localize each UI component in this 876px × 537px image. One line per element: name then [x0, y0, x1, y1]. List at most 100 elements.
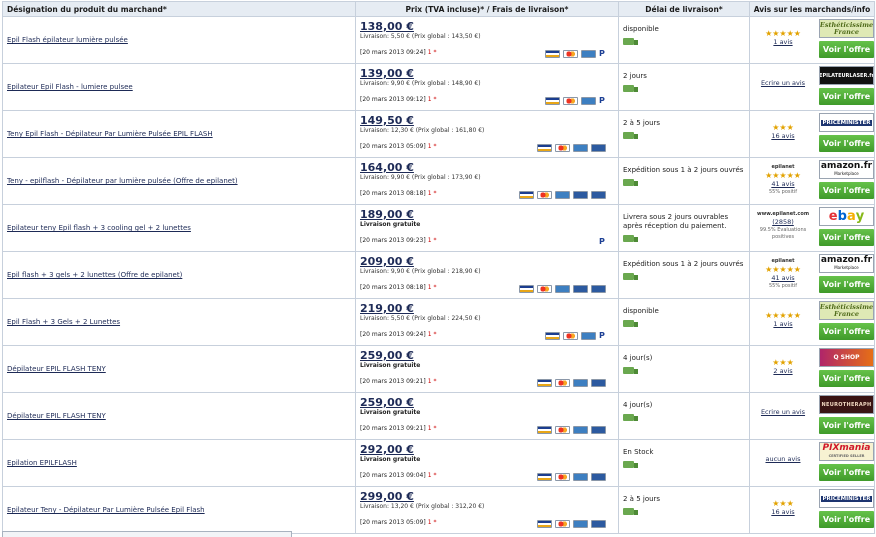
- header-price[interactable]: Prix (TVA incluse)* / Frais de livraison…: [355, 1, 619, 17]
- product-name-link[interactable]: Dépilateur EPIL FLASH TENY: [7, 365, 106, 373]
- view-offer-button[interactable]: Voir l'offre: [819, 88, 874, 105]
- merchant-logo[interactable]: amazon.fr Marketplace: [819, 254, 874, 273]
- view-offer-button[interactable]: Voir l'offre: [819, 41, 874, 58]
- update-date-text: [20 mars 2013 09:24]: [360, 49, 426, 56]
- price-link[interactable]: 259,00 €: [360, 350, 614, 362]
- review-count-link[interactable]: 16 avis: [750, 132, 816, 141]
- paypal-icon: P: [599, 49, 605, 58]
- update-date: [20 mars 2013 08:18] 1 *: [360, 284, 437, 291]
- merchant-logo[interactable]: PRICEMINISTER: [819, 113, 874, 132]
- cb-card-icon: [591, 144, 606, 152]
- product-name-link[interactable]: Epilation EPILFLASH: [7, 459, 77, 467]
- price-link[interactable]: 292,00 €: [360, 444, 614, 456]
- table-header-row: Désignation du produit du marchand* Prix…: [2, 1, 875, 17]
- product-name-link[interactable]: Epil Flash épilateur lumière pulsée: [7, 36, 128, 44]
- view-offer-button[interactable]: Voir l'offre: [819, 511, 874, 528]
- merchant-logo[interactable]: Esthéticissime France: [819, 301, 874, 320]
- footnote-asterisk-icon: *: [433, 96, 437, 103]
- merchant-logo[interactable]: PRICEMINISTER: [819, 489, 874, 508]
- view-offer-button[interactable]: Voir l'offre: [819, 135, 874, 152]
- price-cell: 292,00 € Livraison gratuite [20 mars 201…: [355, 439, 619, 487]
- cb-card-icon: [591, 379, 606, 387]
- rating-stars: ★★★: [772, 499, 794, 508]
- delivery-delay: En Stock: [623, 448, 654, 456]
- mc-card-icon: [555, 144, 570, 152]
- mc-card-icon: [563, 332, 578, 340]
- merchant-logo[interactable]: EPILATEURLASER.fr: [819, 66, 874, 85]
- footnote-asterisk-icon: *: [433, 519, 437, 526]
- update-date: [20 mars 2013 09:24] 1 *: [360, 49, 437, 56]
- merchant-cell: ★★★ 16 avis PRICEMINISTER Voir l'offre: [749, 486, 875, 534]
- visa-card-icon: [537, 426, 552, 434]
- review-count-link[interactable]: (2858): [750, 218, 816, 227]
- view-offer-button[interactable]: Voir l'offre: [819, 276, 874, 293]
- product-name-link[interactable]: Epil flash + 3 gels + 2 lunettes (Offre …: [7, 271, 182, 279]
- table-row: Dépilateur EPIL FLASH TENY 259,00 € Livr…: [2, 345, 875, 393]
- product-name-link[interactable]: Epilateur Teny - Dépilateur Par Lumière …: [7, 506, 205, 514]
- view-offer-button[interactable]: Voir l'offre: [819, 464, 874, 481]
- price-link[interactable]: 299,00 €: [360, 491, 614, 503]
- header-product-name[interactable]: Désignation du produit du marchand*: [2, 1, 356, 17]
- price-link[interactable]: 219,00 €: [360, 303, 614, 315]
- product-name-link[interactable]: Teny - epilflash - Dépilateur par lumièr…: [7, 177, 238, 185]
- merchant-logo[interactable]: amazon.fr Marketplace: [819, 160, 874, 179]
- price-link[interactable]: 209,00 €: [360, 256, 614, 268]
- table-row: Epilateur teny Epil flash + 3 cooling ge…: [2, 204, 875, 252]
- table-row: Epilateur Epil Flash - lumiere pulsee 13…: [2, 63, 875, 111]
- merchant-logo[interactable]: ebayebay: [819, 207, 874, 226]
- table-row: Epilation EPILFLASH 292,00 € Livraison g…: [2, 439, 875, 487]
- merchant-logo[interactable]: Q SHOP: [819, 348, 874, 367]
- product-name-link[interactable]: Epilateur teny Epil flash + 3 cooling ge…: [7, 224, 191, 232]
- product-name-link[interactable]: Epilateur Epil Flash - lumiere pulsee: [7, 83, 133, 91]
- shipping-info: Livraison gratuite: [360, 456, 421, 463]
- product-name-link[interactable]: Dépilateur EPIL FLASH TENY: [7, 412, 106, 420]
- shipping-info: Livraison: 5,50 € (Prix global : 143,50 …: [360, 33, 481, 40]
- footnote-marker: 1: [427, 331, 432, 338]
- merchant-logo[interactable]: PIXmania CERTIFIED SELLER: [819, 442, 874, 461]
- review-count-link[interactable]: 1 avis: [750, 38, 816, 47]
- view-offer-button[interactable]: Voir l'offre: [819, 182, 874, 199]
- header-delivery-delay[interactable]: Délai de livraison*: [618, 1, 750, 17]
- shipping-info: Livraison gratuite: [360, 362, 421, 369]
- review-count-link[interactable]: 1 avis: [750, 320, 816, 329]
- table-row: Epil Flash + 3 Gels + 2 Lunettes 219,00 …: [2, 298, 875, 346]
- delivery-delay: 2 à 5 jours: [623, 119, 661, 127]
- footnote-marker: 1: [427, 472, 432, 479]
- merchant-logo[interactable]: NEUROTHERAPH: [819, 395, 874, 414]
- truck-icon: [623, 367, 638, 374]
- price-link[interactable]: 189,00 €: [360, 209, 614, 221]
- delivery-delay: Livrera sous 2 jours ouvrables après réc…: [623, 213, 729, 230]
- write-review-link[interactable]: Ecrire un avis: [750, 408, 816, 417]
- merchant-review: ★★★ 16 avis: [750, 111, 816, 156]
- amex-card-icon: [581, 50, 596, 58]
- view-offer-button[interactable]: Voir l'offre: [819, 370, 874, 387]
- price-link[interactable]: 149,50 €: [360, 115, 614, 127]
- merchant-logo[interactable]: Esthéticissime France: [819, 19, 874, 38]
- shipping-info: Livraison: 9,90 € (Prix global : 148,90 …: [360, 80, 481, 87]
- view-offer-button[interactable]: Voir l'offre: [819, 417, 874, 434]
- review-count-link[interactable]: 2 avis: [750, 367, 816, 376]
- product-name-cell: Epilateur Teny - Dépilateur Par Lumière …: [2, 486, 356, 534]
- delivery-cell: 2 à 5 jours: [618, 486, 750, 534]
- footnote-marker: 1: [427, 237, 432, 244]
- price-link[interactable]: 164,00 €: [360, 162, 614, 174]
- product-name-link[interactable]: Epil Flash + 3 Gels + 2 Lunettes: [7, 318, 120, 326]
- review-count-link[interactable]: 16 avis: [750, 508, 816, 517]
- price-link[interactable]: 138,00 €: [360, 21, 614, 33]
- review-count-link[interactable]: 41 avis: [750, 274, 816, 283]
- delivery-delay: Expédition sous 1 à 2 jours ouvrés: [623, 260, 744, 268]
- view-offer-button[interactable]: Voir l'offre: [819, 229, 874, 246]
- price-link[interactable]: 259,00 €: [360, 397, 614, 409]
- write-review-link[interactable]: Ecrire un avis: [750, 79, 816, 88]
- mc-card-icon: [563, 97, 578, 105]
- review-merchant-name: epilanet: [771, 164, 795, 170]
- write-review-link[interactable]: aucun avis: [750, 455, 816, 464]
- header-merchant-reviews[interactable]: Avis sur les marchands/info: [749, 1, 875, 17]
- footnote-marker: 1: [427, 284, 432, 291]
- review-count-link[interactable]: 41 avis: [750, 180, 816, 189]
- amex-card-icon: [555, 285, 570, 293]
- merchant-cell: epilanet ★★★★★ 41 avis 55% positif amazo…: [749, 251, 875, 299]
- view-offer-button[interactable]: Voir l'offre: [819, 323, 874, 340]
- product-name-link[interactable]: Teny Epil Flash - Dépilateur Par Lumière…: [7, 130, 213, 138]
- price-link[interactable]: 139,00 €: [360, 68, 614, 80]
